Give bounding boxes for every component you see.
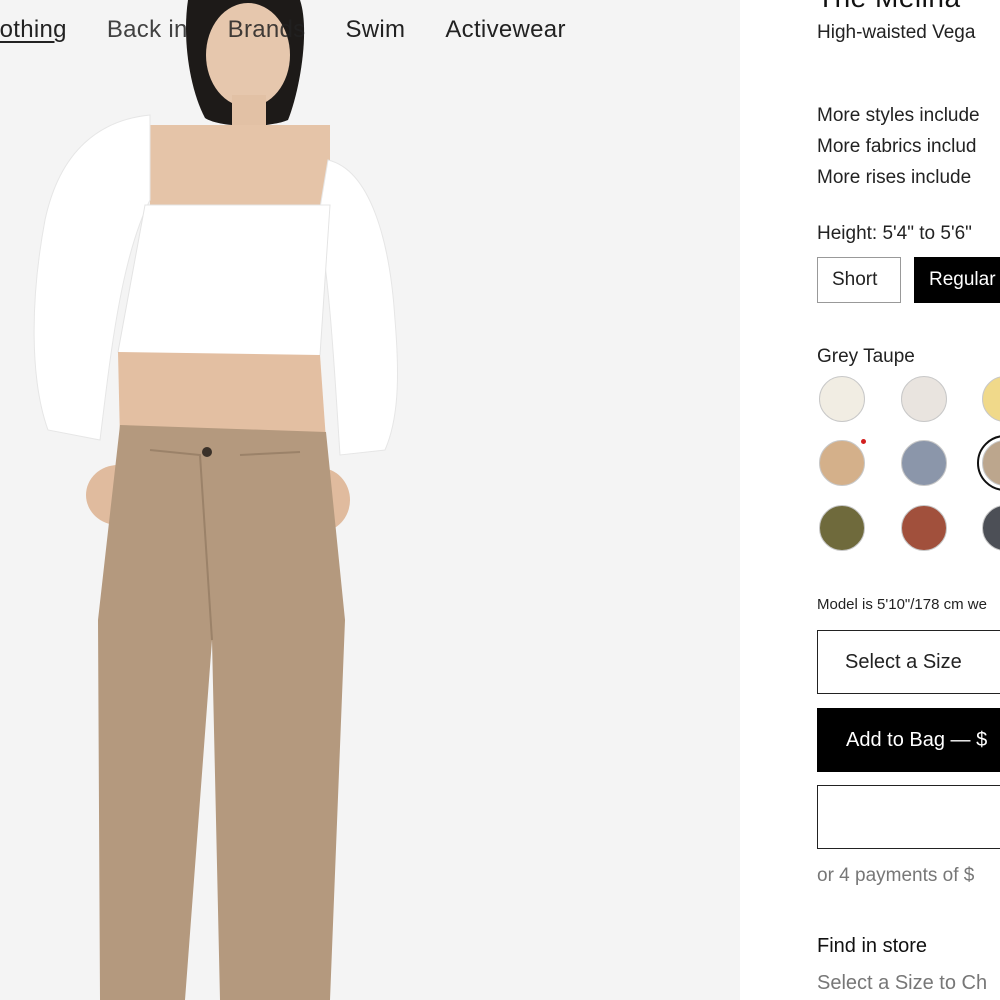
nav-activewear[interactable]: Activewear xyxy=(445,16,565,44)
selected-color-label: Grey Taupe xyxy=(817,346,915,367)
swatch-slate-blue[interactable] xyxy=(901,440,947,486)
height-label: Height: 5'4" to 5'6" xyxy=(817,223,972,244)
product-details-panel: The Melina High-waisted Vega More styles… xyxy=(740,0,1000,1000)
nav-clothing[interactable]: lothing xyxy=(0,16,67,44)
more-rises-link[interactable]: More rises include xyxy=(817,167,971,189)
new-indicator-dot xyxy=(861,439,866,444)
model-info-note: Model is 5'10"/178 cm we xyxy=(817,596,987,613)
alternate-payment-button[interactable] xyxy=(817,785,1000,849)
swatch-grey-taupe[interactable] xyxy=(977,435,1000,491)
nav-swim[interactable]: Swim xyxy=(345,16,405,44)
product-photo-illustration xyxy=(33,0,399,1000)
swatch-charcoal[interactable] xyxy=(982,505,1000,551)
more-fabrics-link[interactable]: More fabrics includ xyxy=(817,136,976,158)
more-styles-link[interactable]: More styles include xyxy=(817,105,980,127)
nav-brands[interactable]: Brands xyxy=(228,16,306,44)
find-in-store-hint: Select a Size to Ch xyxy=(817,972,988,994)
installments-text: or 4 payments of $ xyxy=(817,865,975,886)
top-navigation: lothing Back in Brands Swim Activewear xyxy=(0,12,606,48)
swatch-light-grey-beige[interactable] xyxy=(901,376,947,422)
product-subtitle: High-waisted Vega xyxy=(817,22,976,43)
swatch-tan[interactable] xyxy=(819,439,866,486)
find-in-store-heading: Find in store xyxy=(817,935,928,957)
swatch-butter-yellow[interactable] xyxy=(982,376,1000,422)
size-select[interactable]: Select a Size xyxy=(817,630,1000,694)
product-image[interactable]: lothing Back in Brands Swim Activewear xyxy=(0,0,740,1000)
height-short-button[interactable]: Short xyxy=(817,257,901,303)
add-to-bag-button[interactable]: Add to Bag — $ xyxy=(817,708,1000,772)
swatch-olive[interactable] xyxy=(819,505,865,551)
swatch-cream[interactable] xyxy=(819,376,865,422)
product-title: The Melina xyxy=(817,0,961,14)
height-regular-button[interactable]: Regular xyxy=(914,257,1000,303)
nav-back-in[interactable]: Back in xyxy=(107,16,188,44)
swatch-rust[interactable] xyxy=(901,505,947,551)
